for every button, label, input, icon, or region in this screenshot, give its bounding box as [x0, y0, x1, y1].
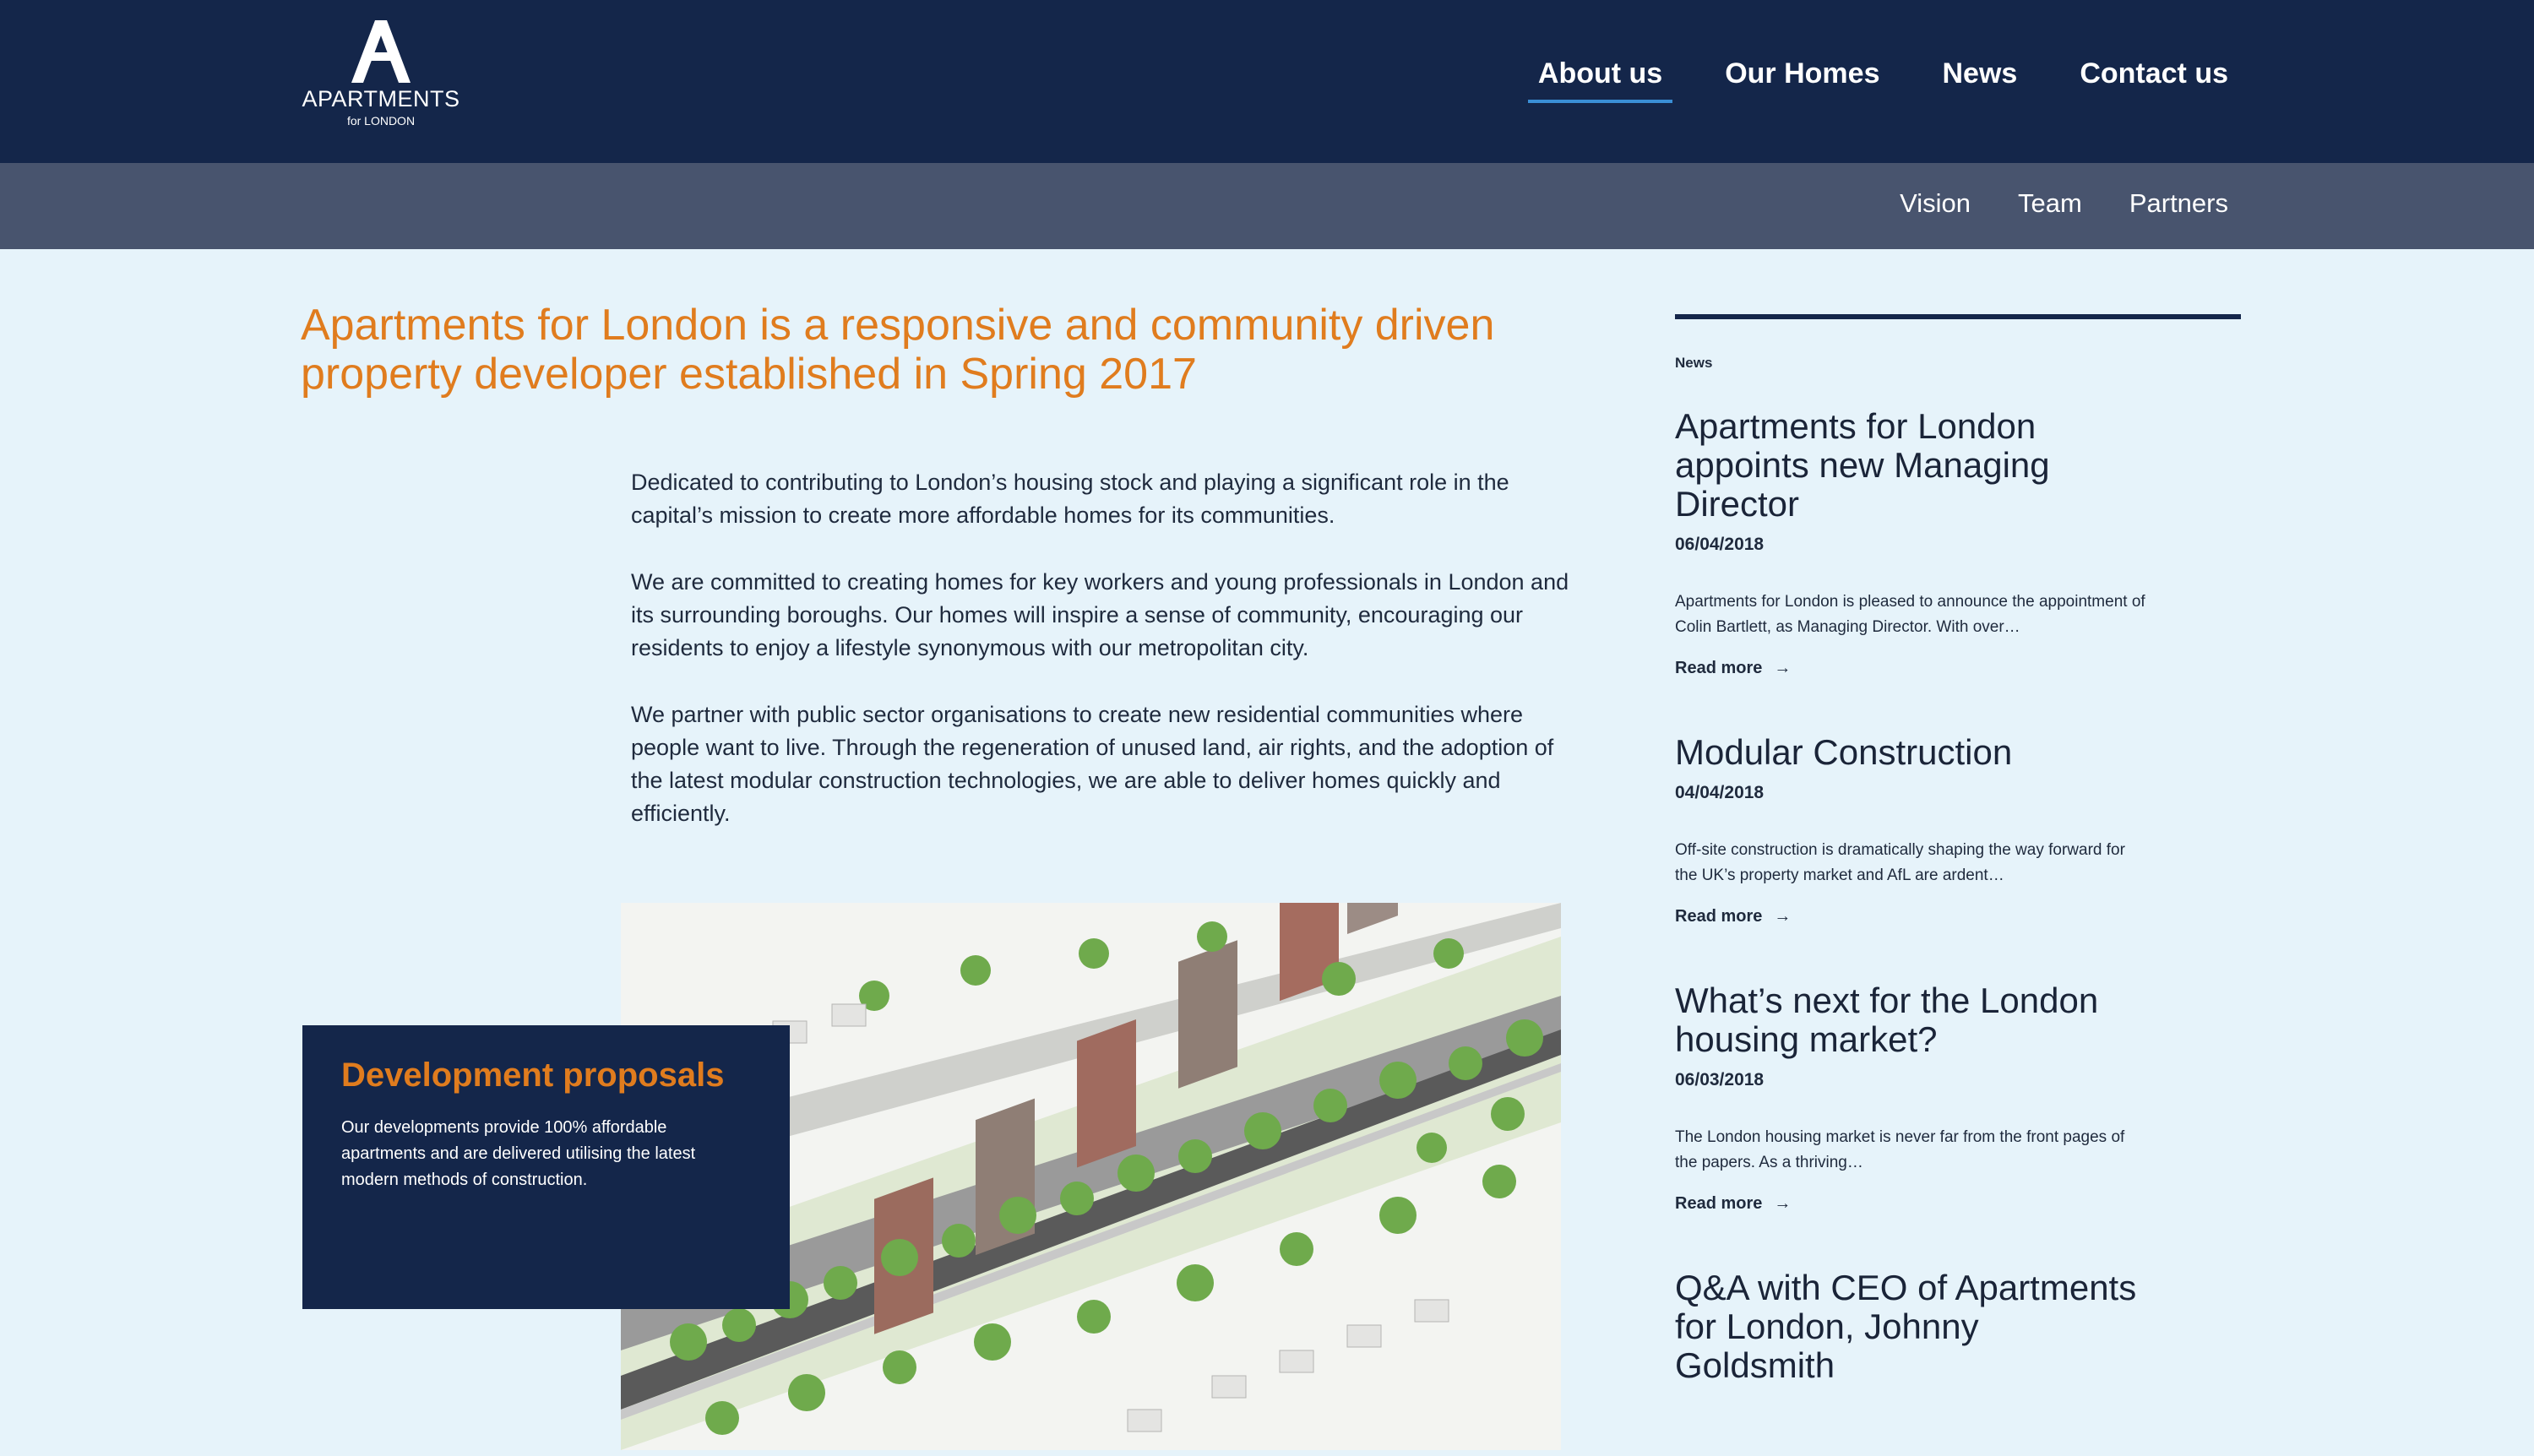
logo-wordmark: APARTMENTS	[302, 86, 460, 111]
intro-paragraph: Dedicated to contributing to London’s ho…	[631, 470, 1509, 528]
development-proposals-card[interactable]: Development proposals Our developments p…	[302, 1025, 790, 1309]
news-title[interactable]: What’s next for the London housing marke…	[1675, 981, 2148, 1059]
logo-subtitle: for LONDON	[346, 114, 416, 128]
news-item: Modular Construction 04/04/2018 Off-site…	[1675, 733, 2148, 927]
news-item: Q&A with CEO of Apartments for London, J…	[1675, 1269, 2148, 1385]
dev-card-text: Our developments provide 100% affordable…	[341, 1118, 696, 1189]
nav-news[interactable]: News	[1942, 56, 2017, 91]
page-headline: Apartments for London is a responsive an…	[301, 301, 1495, 399]
news-date: 06/04/2018	[1675, 535, 1765, 554]
intro-paragraph: We are committed to creating homes for k…	[631, 569, 1569, 660]
sidebar-divider	[1675, 314, 2241, 319]
intro-paragraph: We partner with public sector organisati…	[631, 702, 1554, 826]
read-more-label: Read more	[1675, 907, 1763, 926]
subnav-partners[interactable]: Partners	[2129, 187, 2228, 220]
read-more-link[interactable]: Read more →	[1675, 905, 1791, 927]
news-title[interactable]: Modular Construction	[1675, 733, 2148, 772]
nav-our-homes[interactable]: Our Homes	[1725, 56, 1879, 91]
news-excerpt: Apartments for London is pleased to anno…	[1675, 593, 2145, 636]
news-list: Apartments for London appoints new Manag…	[1675, 407, 2148, 1385]
read-more-label: Read more	[1675, 659, 1763, 677]
site-logo[interactable]: APARTMENTS for LONDON	[301, 20, 461, 140]
sidebar-label: News	[1675, 355, 1713, 371]
news-item: What’s next for the London housing marke…	[1675, 981, 2148, 1214]
news-excerpt: Off-site construction is dramatically sh…	[1675, 841, 2125, 884]
news-date: 04/04/2018	[1675, 783, 1765, 802]
news-sidebar: News Apartments for London appoints new …	[1675, 314, 2241, 1439]
read-more-link[interactable]: Read more →	[1675, 657, 1791, 679]
news-excerpt: The London housing market is never far f…	[1675, 1128, 2125, 1171]
read-more-label: Read more	[1675, 1194, 1763, 1213]
read-more-link[interactable]: Read more →	[1675, 1193, 1791, 1214]
nav-about-us[interactable]: About us	[1527, 56, 1673, 103]
main-nav: About us Our Homes News Contact us	[1527, 56, 2228, 103]
dev-card-title: Development proposals	[341, 1057, 725, 1094]
logo-a-icon	[351, 20, 411, 83]
news-date: 06/03/2018	[1675, 1070, 1765, 1089]
subnav-items: Vision Team Partners	[1900, 187, 2228, 220]
arrow-right-icon: →	[1774, 1194, 1792, 1213]
news-title[interactable]: Apartments for London appoints new Manag…	[1675, 407, 2148, 524]
arrow-right-icon: →	[1774, 659, 1792, 677]
arrow-right-icon: →	[1774, 907, 1792, 926]
site-header: APARTMENTS for LONDON About us Our Homes…	[0, 0, 2534, 163]
subnav-vision[interactable]: Vision	[1900, 187, 1971, 220]
subnav-team[interactable]: Team	[2018, 187, 2082, 220]
news-title[interactable]: Q&A with CEO of Apartments for London, J…	[1675, 1269, 2148, 1385]
sub-navigation: Vision Team Partners	[0, 163, 2534, 249]
nav-contact-us[interactable]: Contact us	[2080, 56, 2228, 91]
news-item: Apartments for London appoints new Manag…	[1675, 407, 2148, 679]
intro-text: Dedicated to contributing to London’s ho…	[631, 466, 1585, 864]
